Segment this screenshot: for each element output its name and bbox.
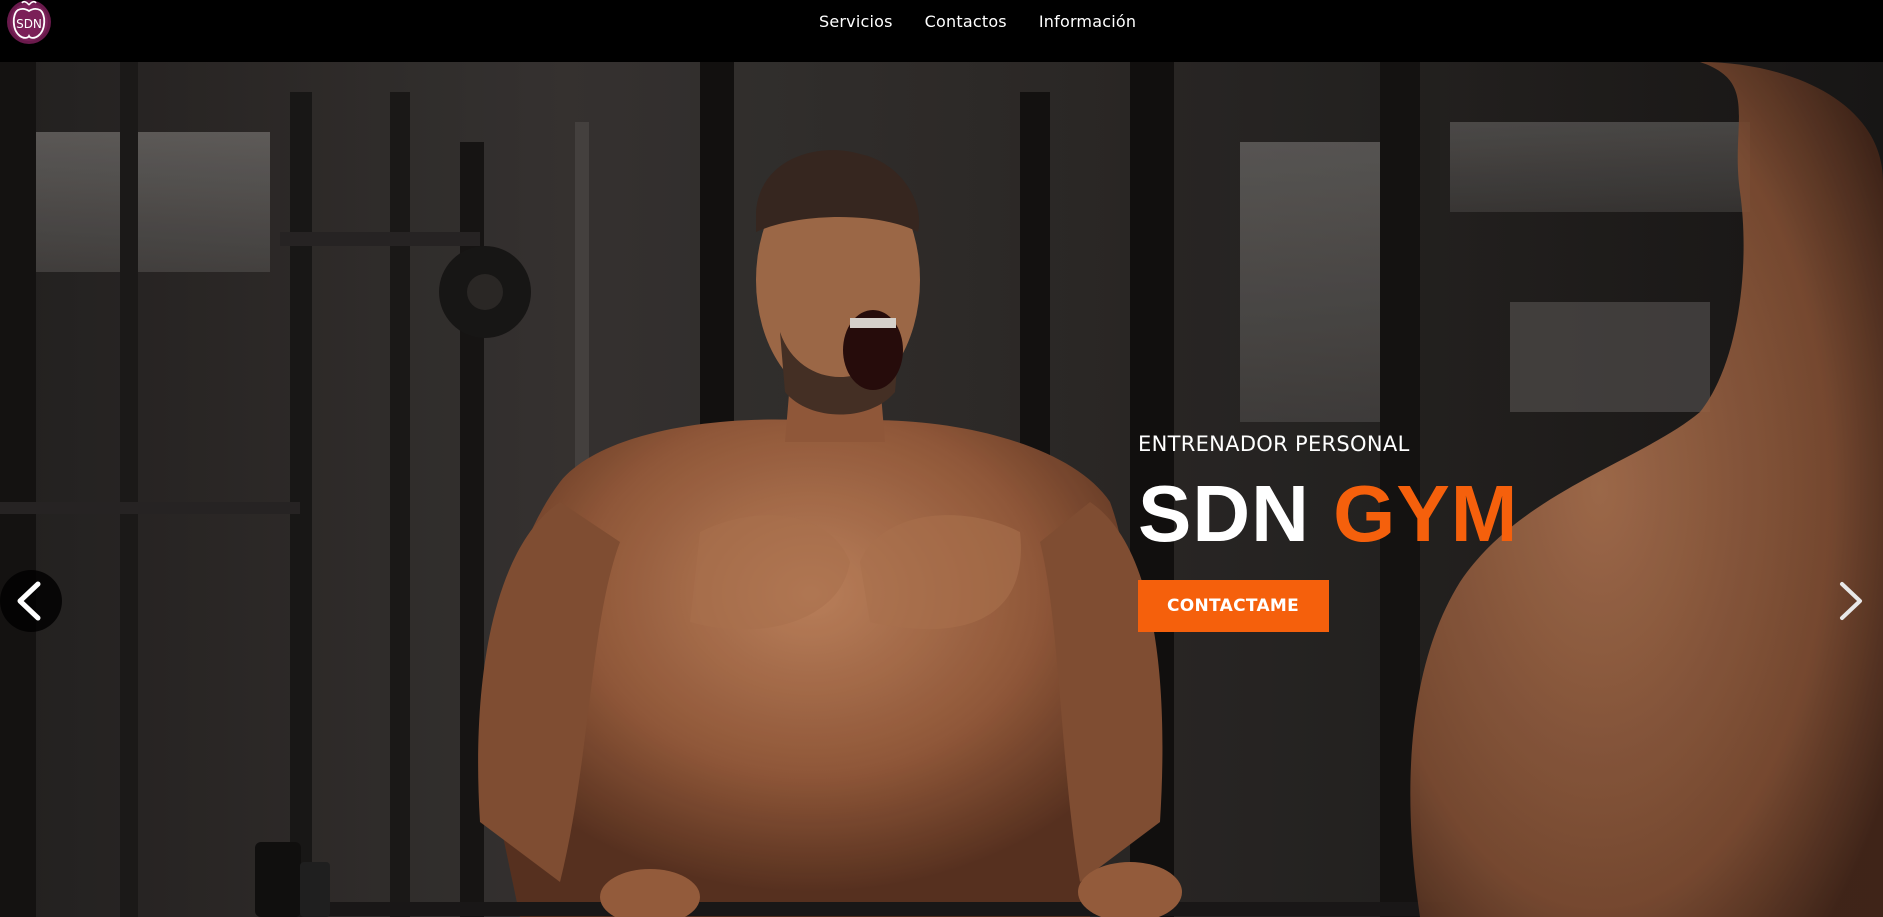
hero-subtitle: ENTRENADOR PERSONAL [1138,432,1410,456]
chevron-right-icon [1840,582,1862,620]
sdn-logo[interactable]: SDN [4,0,56,46]
carousel-prev-button[interactable] [0,570,62,632]
hero-content: ENTRENADOR PERSONAL SDN GYM CONTACTAME [1138,432,1518,632]
nav-link-servicios[interactable]: Servicios [819,12,893,31]
contact-cta-button[interactable]: CONTACTAME [1138,580,1330,632]
hero-background-image [0,62,1883,917]
nav-link-informacion[interactable]: Información [1039,12,1136,31]
logo-text: SDN [16,17,42,31]
carousel-next-button[interactable] [1818,570,1880,632]
top-navbar: SDN Servicios Contactos Información [0,0,1883,62]
hero-title-primary: SDN [1138,469,1310,558]
nav-links: Servicios Contactos Información [819,12,1136,31]
hero-title-accent: GYM [1333,469,1519,558]
hero-carousel: ENTRENADOR PERSONAL SDN GYM CONTACTAME [0,62,1883,917]
nav-link-contactos[interactable]: Contactos [925,12,1007,31]
chevron-left-icon [0,570,62,632]
hero-title: SDN GYM [1138,474,1518,554]
